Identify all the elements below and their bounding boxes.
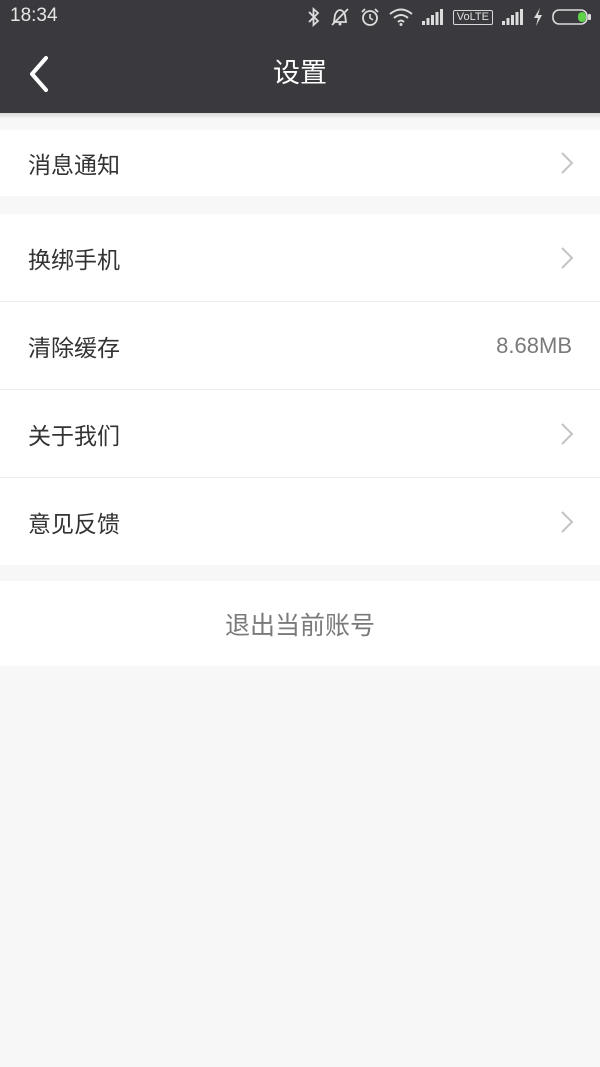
signal-icon [502,9,524,25]
bluetooth-icon [308,7,320,27]
row-label: 意见反馈 [28,511,120,538]
page-title: 设置 [273,58,327,89]
chevron-right-icon [561,246,574,269]
status-time: 18:34 [10,5,58,26]
status-icons: VoLTE [308,6,592,28]
row-label: 消息通知 [28,153,120,179]
battery-icon [552,8,592,26]
wifi-icon [389,8,413,26]
signal-icon [421,9,444,25]
settings-row-feedback[interactable]: 意见反馈 [0,478,600,565]
settings-row-change-phone[interactable]: 换绑手机 [0,214,600,302]
row-label: 关于我们 [28,423,120,450]
logout-button[interactable]: 退出当前账号 [0,581,600,666]
nav-shadow [0,113,600,119]
chevron-left-icon [30,56,48,92]
row-label: 清除缓存 [28,335,120,362]
chevron-right-icon [561,510,574,533]
status-bar: 18:34 VoLTE [0,0,600,34]
settings-group-notifications: 消息通知 [0,130,600,196]
chevron-right-icon [561,152,574,174]
settings-row-about-us[interactable]: 关于我们 [0,390,600,478]
chevron-right-icon [561,422,574,445]
settings-row-clear-cache[interactable]: 清除缓存 8.68MB [0,302,600,390]
settings-group-main: 换绑手机 清除缓存 8.68MB 关于我们 意见反馈 [0,214,600,565]
cache-size-value: 8.68MB [496,332,572,358]
navigation-bar: 设置 [0,34,600,113]
back-button[interactable] [20,50,70,98]
settings-row-notifications[interactable]: 消息通知 [0,130,600,196]
volte-label: VoLTE [452,9,493,25]
mute-icon [329,7,351,27]
alarm-icon [360,7,380,27]
charging-icon [533,8,543,26]
row-label: 换绑手机 [28,247,120,274]
